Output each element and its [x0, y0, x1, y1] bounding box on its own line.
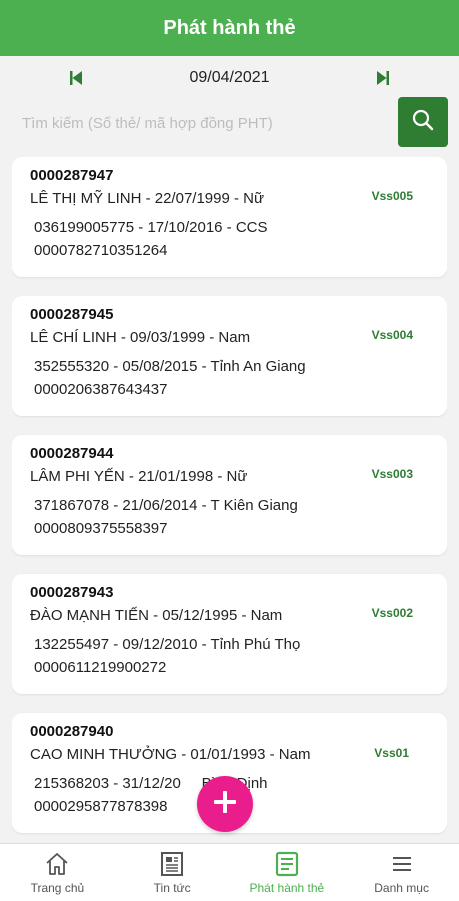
search-button[interactable] [398, 97, 448, 147]
nav-item-card-issuance[interactable]: Phát hành thẻ [230, 844, 345, 901]
card-code: Vss005 [371, 189, 413, 203]
card-account-number: 0000295877878398 [34, 798, 168, 815]
current-date[interactable]: 09/04/2021 [189, 69, 269, 87]
card-number: 0000287947 [30, 167, 114, 184]
menu-icon [388, 850, 416, 878]
card-item[interactable]: 0000287945 LÊ CHÍ LINH - 09/03/1999 - Na… [12, 296, 447, 416]
card-code: Vss01 [374, 746, 409, 760]
search-input[interactable] [16, 100, 396, 146]
card-code: Vss004 [371, 328, 413, 342]
card-account-number: 0000782710351264 [34, 242, 168, 259]
card-number: 0000287945 [30, 306, 114, 323]
card-number: 0000287944 [30, 445, 114, 462]
card-list-icon [273, 850, 301, 878]
card-list: 0000287947 LÊ THỊ MỸ LINH - 22/07/1999 -… [12, 157, 447, 837]
nav-item-catalog[interactable]: Danh mục [344, 844, 459, 901]
card-holder-info: LÊ THỊ MỸ LINH - 22/07/1999 - Nữ [30, 190, 265, 207]
card-number: 0000287943 [30, 584, 114, 601]
card-holder-info: CAO MINH THƯỞNG - 01/01/1993 - Nam [30, 746, 311, 763]
date-navigator: 09/04/2021 [0, 56, 459, 100]
search-icon [411, 108, 435, 137]
add-button[interactable] [197, 776, 253, 832]
search-row [0, 98, 459, 148]
card-code: Vss002 [371, 606, 413, 620]
card-id-document: 371867078 - 21/06/2014 - T Kiên Giang [34, 497, 298, 514]
card-id-document: 132255497 - 09/12/2010 - Tỉnh Phú Thọ [34, 636, 301, 653]
page-title: Phát hành thẻ [163, 16, 296, 39]
nav-label-catalog: Danh mục [374, 881, 429, 895]
card-holder-info: LÂM PHI YẾN - 21/01/1998 - Nữ [30, 468, 248, 485]
news-icon [158, 850, 186, 878]
card-code: Vss003 [371, 467, 413, 481]
bottom-navigation: Trang chủ Tin tức Phát hành thẻ Danh mục [0, 843, 459, 901]
next-arrow-icon[interactable] [373, 68, 393, 88]
card-holder-info: ĐÀO MẠNH TIẾN - 05/12/1995 - Nam [30, 607, 283, 624]
card-item[interactable]: 0000287943 ĐÀO MẠNH TIẾN - 05/12/1995 - … [12, 574, 447, 694]
card-account-number: 0000206387643437 [34, 381, 168, 398]
card-holder-info: LÊ CHÍ LINH - 09/03/1999 - Nam [30, 329, 251, 346]
card-number: 0000287940 [30, 723, 114, 740]
card-item[interactable]: 0000287947 LÊ THỊ MỸ LINH - 22/07/1999 -… [12, 157, 447, 277]
prev-arrow-icon[interactable] [66, 68, 86, 88]
card-id-document: 036199005775 - 17/10/2016 - CCS [34, 219, 268, 236]
card-id-document: 352555320 - 05/08/2015 - Tỉnh An Giang [34, 358, 306, 375]
card-item[interactable]: 0000287944 LÂM PHI YẾN - 21/01/1998 - Nữ… [12, 435, 447, 555]
nav-item-home[interactable]: Trang chủ [0, 844, 115, 901]
nav-label-news: Tin tức [153, 881, 191, 895]
nav-item-news[interactable]: Tin tức [115, 844, 230, 901]
card-account-number: 0000809375558397 [34, 520, 168, 537]
card-account-number: 0000611219900272 [34, 659, 167, 676]
nav-label-card-issuance: Phát hành thẻ [249, 881, 325, 895]
nav-label-home: Trang chủ [30, 881, 85, 895]
app-header: Phát hành thẻ [0, 0, 459, 56]
home-icon [43, 850, 71, 878]
plus-icon [212, 789, 238, 820]
